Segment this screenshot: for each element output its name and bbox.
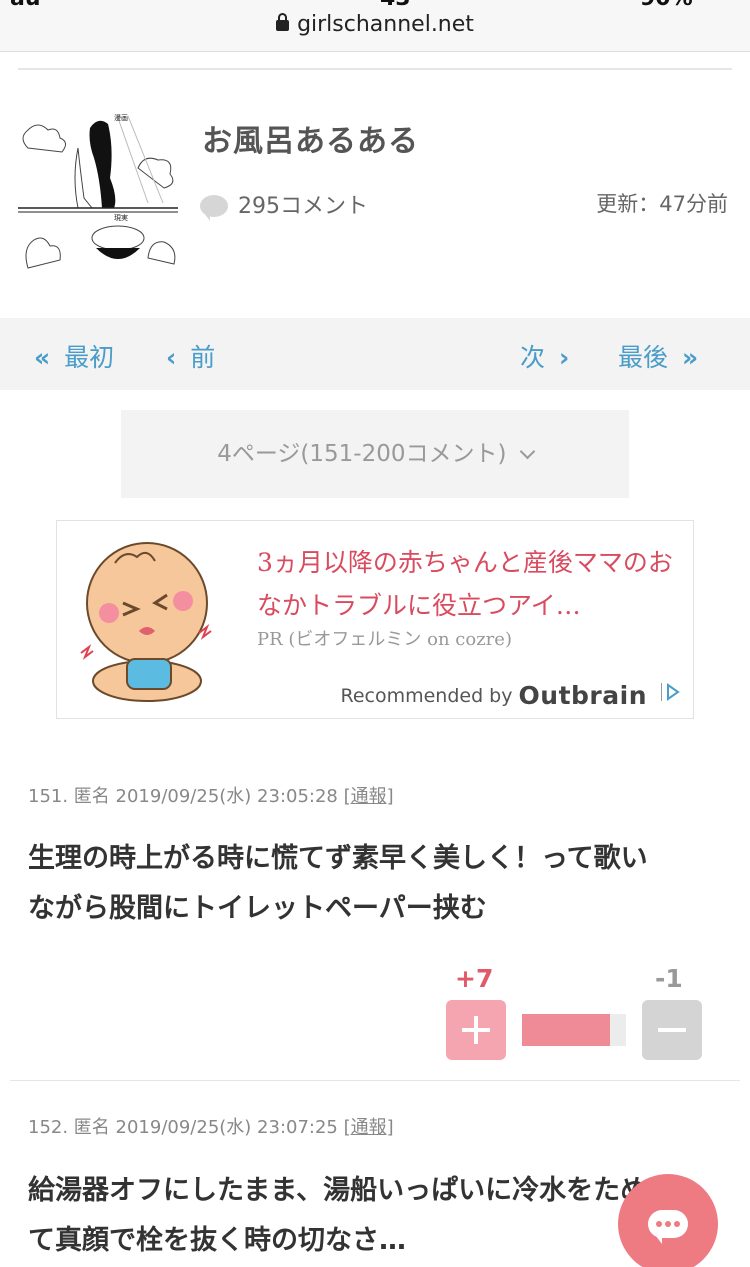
comment-meta-text: 152. 匿名 2019/09/25(水) 23:07:25 xyxy=(28,1117,338,1138)
post-comment-button[interactable] xyxy=(618,1174,718,1267)
ad-title[interactable]: 3ヵ月以降の赤ちゃんと産後ママのおなかトラブルに役立つアイ… xyxy=(257,541,677,627)
comment-meta: 151. 匿名 2019/09/25(水) 23:05:28 [通報] xyxy=(28,782,394,808)
chat-dots-icon xyxy=(656,1221,680,1227)
topic-title[interactable]: お風呂あるある xyxy=(202,116,419,160)
pager-last-label: 最後 xyxy=(618,343,669,372)
chevron-left-icon: ‹ xyxy=(166,343,177,372)
adchoices-icon[interactable] xyxy=(661,683,680,701)
report-link[interactable]: [通報] xyxy=(344,786,394,807)
minus-vote-button[interactable] xyxy=(642,1000,702,1060)
minus-count: -1 xyxy=(655,964,683,993)
lock-icon xyxy=(276,13,290,31)
comment-body: 生理の時上がる時に慌てず素早く美しく！って歌い ながら股間にトイレットペーパー挟… xyxy=(28,834,728,934)
pager-last[interactable]: 最後 » xyxy=(618,338,704,374)
recommended-by[interactable]: Recommended by Outbrain xyxy=(340,681,647,710)
plus-count: +7 xyxy=(455,964,494,993)
pager-prev[interactable]: ‹ 前 xyxy=(160,338,215,374)
top-divider xyxy=(18,68,732,70)
comment-meta: 152. 匿名 2019/09/25(水) 23:07:25 [通報] xyxy=(28,1113,394,1139)
pager-prev-label: 前 xyxy=(190,343,216,372)
vote-ratio-bar xyxy=(522,1014,626,1046)
page-select-label: 4ページ(151-200コメント) xyxy=(217,441,507,467)
clock: 43 xyxy=(380,0,411,11)
url-text: girlschannel.net xyxy=(297,12,474,37)
comment-divider xyxy=(10,1080,740,1081)
comment-body-line: ながら股間にトイレットペーパー挟む xyxy=(28,893,487,924)
double-chevron-right-icon: » xyxy=(681,343,699,372)
address-bar[interactable]: girlschannel.net xyxy=(0,12,750,37)
pager-first[interactable]: « 最初 xyxy=(28,338,114,374)
pagination-bar: « 最初 ‹ 前 次 › 最後 » xyxy=(0,318,750,390)
baby-illustration xyxy=(80,542,212,702)
comment-meta-text: 151. 匿名 2019/09/25(水) 23:05:28 xyxy=(28,786,338,807)
report-link[interactable]: [通報] xyxy=(344,1117,394,1138)
comment-body-line: 生理の時上がる時に慌てず素早く美しく！って歌い xyxy=(28,843,648,874)
double-chevron-left-icon: « xyxy=(34,343,51,372)
comment-count-text: 295コメント xyxy=(238,194,368,219)
recommended-by-label: Recommended by xyxy=(340,685,513,707)
thumb-label-reality: 現実 xyxy=(114,213,128,222)
chevron-down-icon xyxy=(519,443,536,460)
carrier-label: au xyxy=(10,0,41,11)
pager-next-label: 次 xyxy=(520,343,546,372)
thumb-label-manga: 漫画 xyxy=(114,113,128,122)
chevron-right-icon: › xyxy=(558,343,570,372)
pager-next[interactable]: 次 › xyxy=(520,338,575,374)
vote-ratio-fill xyxy=(522,1014,611,1046)
sponsored-ad[interactable]: 3ヵ月以降の赤ちゃんと産後ママのおなかトラブルに役立つアイ… PR (ビオフェル… xyxy=(56,520,694,719)
battery-level: 90% xyxy=(640,0,693,11)
plus-vote-button[interactable] xyxy=(446,1000,506,1060)
browser-bar: au 43 90% girlschannel.net xyxy=(0,0,750,52)
ad-source: PR (ビオフェルミン on cozre) xyxy=(257,629,512,650)
outbrain-logo: Outbrain xyxy=(518,681,647,710)
comment-count[interactable]: 295コメント xyxy=(200,188,368,221)
page-select-dropdown[interactable]: 4ページ(151-200コメント) xyxy=(121,410,629,498)
updated-time: 更新：47分前 xyxy=(596,192,728,216)
comment-bubble-icon xyxy=(200,195,228,221)
pager-first-label: 最初 xyxy=(64,343,115,372)
topic-thumbnail[interactable]: 漫画 現実 xyxy=(18,108,182,272)
